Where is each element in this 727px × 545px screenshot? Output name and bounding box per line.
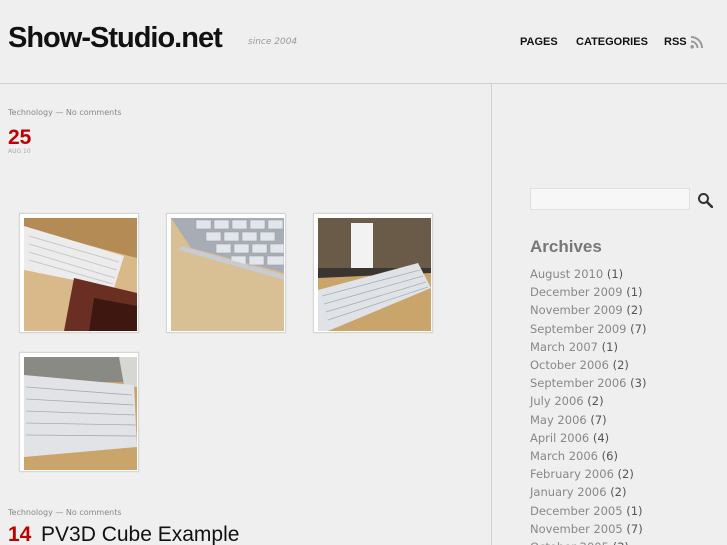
archive-count: (2) (612, 358, 629, 373)
archive-count: (3) (613, 540, 629, 545)
post-meta: Technology — No comments (8, 508, 122, 517)
keyboard-photo-4 (24, 357, 137, 470)
archive-item: August 2010 (1) (530, 265, 646, 283)
rss-icon[interactable] (690, 35, 704, 49)
archive-link[interactable]: October 2005 (530, 540, 609, 545)
archive-link[interactable]: September 2006 (530, 376, 627, 390)
search-input[interactable] (530, 188, 690, 210)
archive-item: October 2006 (2) (530, 356, 646, 374)
archive-item: January 2006 (2) (530, 483, 646, 501)
gallery-thumbnail[interactable] (19, 352, 139, 472)
archive-count: (1) (626, 285, 643, 300)
archive-count: (2) (587, 394, 604, 409)
meta-separator: — (55, 508, 66, 517)
archive-item: February 2006 (2) (530, 465, 646, 483)
archive-link[interactable]: March 2007 (530, 340, 598, 354)
nav-rss-link[interactable]: RSS (664, 36, 687, 48)
archive-item: March 2006 (6) (530, 447, 646, 465)
nav-pages-link[interactable]: PAGES (520, 36, 558, 48)
archive-item: May 2006 (7) (530, 411, 646, 429)
archive-count: (7) (630, 321, 647, 336)
archives-heading: Archives (530, 237, 602, 256)
archive-link[interactable]: March 2006 (530, 449, 598, 463)
post-comments-link[interactable]: No comments (66, 508, 122, 517)
content-divider (491, 84, 492, 545)
archive-item: September 2006 (3) (530, 374, 646, 392)
archive-item: December 2005 (1) (530, 502, 646, 520)
gallery-thumbnail[interactable] (19, 213, 139, 333)
archive-item: October 2005 (3) (530, 538, 646, 545)
keyboard-photo-3 (318, 218, 431, 331)
tagline: since 2004 (248, 37, 298, 47)
keyboard-photo-1 (24, 218, 137, 331)
gallery-thumbnail[interactable] (313, 213, 433, 333)
archive-link[interactable]: November 2005 (530, 522, 623, 536)
gallery-thumbnail[interactable] (166, 213, 286, 333)
meta-separator: — (55, 108, 66, 117)
nav-categories-link[interactable]: CATEGORIES (576, 36, 648, 48)
search-icon[interactable] (697, 192, 713, 208)
archive-link[interactable]: October 2006 (530, 358, 609, 372)
archive-count: (7) (626, 521, 643, 536)
archive-link[interactable]: September 2009 (530, 322, 627, 336)
archive-link[interactable]: December 2005 (530, 504, 623, 518)
archive-item: November 2005 (7) (530, 520, 646, 538)
archive-link[interactable]: May 2006 (530, 413, 587, 427)
archive-count: (2) (617, 467, 634, 482)
archive-link[interactable]: November 2009 (530, 303, 623, 317)
archive-link[interactable]: December 2009 (530, 285, 623, 299)
header: Show-Studio.net since 2004 PAGES CATEGOR… (0, 0, 727, 84)
archive-count: (3) (630, 376, 647, 391)
site-title-link[interactable]: Show-Studio.net (8, 22, 223, 55)
keyboard-photo-2 (171, 218, 284, 331)
archives-list: August 2010 (1) December 2009 (1) November… (530, 265, 646, 545)
archive-item: September 2009 (7) (530, 320, 646, 338)
post-day: 14 (8, 523, 32, 545)
archive-count: (6) (601, 449, 618, 464)
archive-link[interactable]: January 2006 (530, 485, 607, 499)
post-category-link[interactable]: Technology (8, 108, 53, 117)
archive-item: March 2007 (1) (530, 338, 646, 356)
post-title-link[interactable]: PV3D Cube Example (41, 523, 239, 545)
archive-link[interactable]: August 2010 (530, 267, 603, 281)
post-meta: Technology — No comments (8, 108, 122, 117)
archive-count: (1) (626, 503, 643, 518)
archive-item: December 2009 (1) (530, 283, 646, 301)
archive-link[interactable]: April 2006 (530, 431, 589, 445)
archive-link[interactable]: July 2006 (530, 394, 584, 408)
archive-count: (2) (610, 485, 627, 500)
archive-count: (2) (626, 303, 643, 318)
archive-item: April 2006 (4) (530, 429, 646, 447)
post-comments-link[interactable]: No comments (66, 108, 122, 117)
archive-count: (7) (590, 412, 607, 427)
archive-count: (4) (592, 430, 610, 445)
post-month-year: AUG 10 (8, 148, 31, 155)
archive-item: November 2009 (2) (530, 301, 646, 319)
archive-link[interactable]: February 2006 (530, 467, 614, 481)
archive-item: July 2006 (2) (530, 392, 646, 410)
archive-count: (1) (606, 267, 624, 281)
archive-count: (1) (601, 339, 618, 354)
post-day: 25 (8, 126, 32, 149)
page: Show-Studio.net since 2004 PAGES CATEGOR… (0, 0, 727, 545)
post-category-link[interactable]: Technology (8, 508, 53, 517)
